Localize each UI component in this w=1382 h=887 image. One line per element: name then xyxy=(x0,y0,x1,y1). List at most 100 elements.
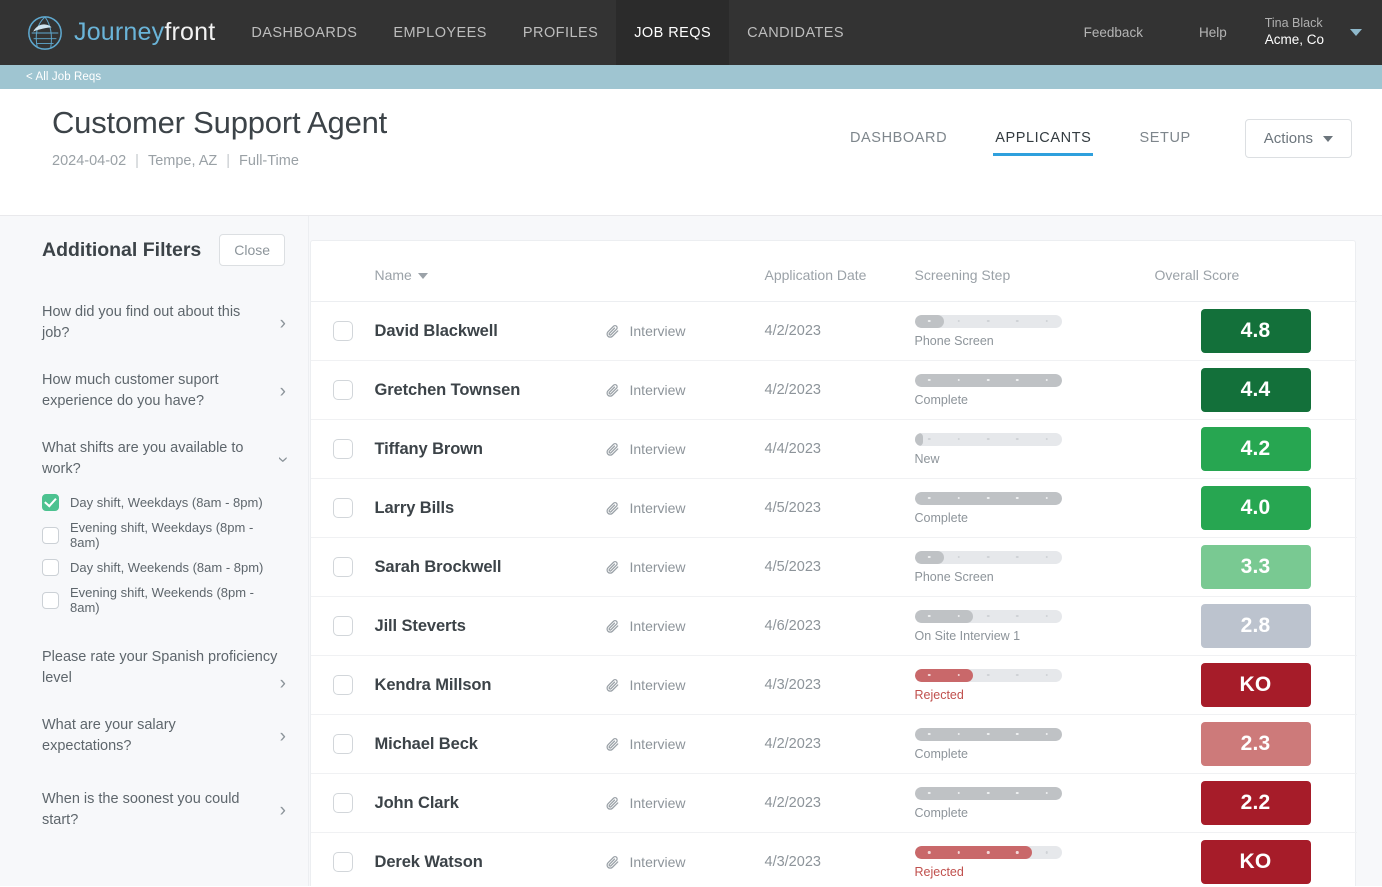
table-row[interactable]: Larry BillsInterview4/5/2023Complete4.0 xyxy=(311,479,1357,538)
filter-option-evening-weekends[interactable]: Evening shift, Weekends (8pm - 8am) xyxy=(42,585,286,615)
candidate-name-link[interactable]: Kendra Millson xyxy=(375,676,492,694)
row-checkbox[interactable] xyxy=(333,616,353,636)
screening-step-dots xyxy=(915,787,1062,800)
row-checkbox[interactable] xyxy=(333,852,353,872)
actions-button[interactable]: Actions xyxy=(1245,119,1352,158)
filter-toggle-source[interactable]: How did you find out about this job? › xyxy=(42,302,286,344)
screening-step-dots xyxy=(915,492,1062,505)
nav-item-employees[interactable]: EMPLOYEES xyxy=(375,0,505,65)
column-header-overall-score[interactable]: Overall Score xyxy=(1155,241,1357,302)
filter-option-day-weekends[interactable]: Day shift, Weekends (8am - 8pm) xyxy=(42,559,286,576)
globe-logo-icon xyxy=(26,14,64,52)
candidate-name-link[interactable]: Tiffany Brown xyxy=(375,440,483,458)
filter-toggle-start-date[interactable]: When is the soonest you could start? › xyxy=(42,789,286,831)
overall-score-cell: 2.8 xyxy=(1155,597,1357,656)
table-row[interactable]: John ClarkInterview4/2/2023Complete2.2 xyxy=(311,774,1357,833)
candidate-name-link[interactable]: Derek Watson xyxy=(375,853,483,871)
table-row[interactable]: Tiffany BrownInterview4/4/2023New4.2 xyxy=(311,420,1357,479)
row-checkbox[interactable] xyxy=(333,557,353,577)
filter-toggle-shifts[interactable]: What shifts are you available to work? › xyxy=(42,438,286,480)
close-filters-button[interactable]: Close xyxy=(219,234,285,266)
nav-item-dashboards[interactable]: DASHBOARDS xyxy=(233,0,375,65)
resource-cell: Interview xyxy=(605,715,765,774)
row-checkbox[interactable] xyxy=(333,498,353,518)
candidate-name-link[interactable]: Larry Bills xyxy=(375,499,455,517)
screening-step-dot xyxy=(957,497,960,500)
help-link[interactable]: Help xyxy=(1171,25,1255,40)
screening-step-dot xyxy=(957,556,960,559)
feedback-link[interactable]: Feedback xyxy=(1056,25,1171,40)
table-row[interactable]: Kendra MillsonInterview4/3/2023RejectedK… xyxy=(311,656,1357,715)
nav-item-profiles[interactable]: PROFILES xyxy=(505,0,616,65)
row-checkbox[interactable] xyxy=(333,793,353,813)
application-date-cell: 4/5/2023 xyxy=(765,538,915,597)
candidate-name-link[interactable]: Jill Steverts xyxy=(375,617,466,635)
table-row[interactable]: David BlackwellInterview4/2/2023Phone Sc… xyxy=(311,302,1357,361)
interview-link[interactable]: Interview xyxy=(605,736,765,752)
row-checkbox[interactable] xyxy=(333,439,353,459)
filter-toggle-experience[interactable]: How much customer suport experience do y… xyxy=(42,370,286,412)
interview-link[interactable]: Interview xyxy=(605,559,765,575)
candidate-name-link[interactable]: John Clark xyxy=(375,794,459,812)
checkbox-evening-weekdays[interactable] xyxy=(42,527,59,544)
table-row[interactable]: Derek WatsonInterview4/3/2023RejectedKO xyxy=(311,833,1357,887)
breadcrumb: < All Job Reqs xyxy=(0,65,1382,89)
row-checkbox[interactable] xyxy=(333,380,353,400)
row-checkbox[interactable] xyxy=(333,734,353,754)
nav-item-candidates[interactable]: CANDIDATES xyxy=(729,0,862,65)
interview-link-label: Interview xyxy=(630,795,686,811)
screening-step-dot xyxy=(957,320,960,323)
column-header-screening-step[interactable]: Screening Step xyxy=(915,241,1155,302)
candidate-name-link[interactable]: Sarah Brockwell xyxy=(375,558,502,576)
screening-step-dot xyxy=(1046,792,1049,795)
candidate-name-link[interactable]: Gretchen Townsen xyxy=(375,381,521,399)
screening-step-dots xyxy=(915,669,1062,682)
screening-step-cell: Complete xyxy=(915,715,1155,774)
row-checkbox[interactable] xyxy=(333,321,353,341)
filter-toggle-salary[interactable]: What are your salary expectations? › xyxy=(42,715,286,757)
screening-step-cell: New xyxy=(915,420,1155,479)
column-header-application-date[interactable]: Application Date xyxy=(765,241,915,302)
filter-question-spanish: Please rate your Spanish proficiency lev… xyxy=(42,649,277,686)
breadcrumb-all-job-reqs-link[interactable]: < All Job Reqs xyxy=(26,71,101,83)
column-header-name[interactable]: Name xyxy=(375,241,605,302)
screening-step-dot xyxy=(1046,733,1049,736)
interview-link[interactable]: Interview xyxy=(605,854,765,870)
interview-link[interactable]: Interview xyxy=(605,323,765,339)
interview-link[interactable]: Interview xyxy=(605,382,765,398)
account-menu[interactable]: Tina Black Acme, Co xyxy=(1255,16,1362,49)
table-row[interactable]: Gretchen TownsenInterview4/2/2023Complet… xyxy=(311,361,1357,420)
checkbox-day-weekdays[interactable] xyxy=(42,494,59,511)
filter-option-evening-weekdays[interactable]: Evening shift, Weekdays (8pm - 8am) xyxy=(42,520,286,550)
row-checkbox[interactable] xyxy=(333,675,353,695)
interview-link[interactable]: Interview xyxy=(605,441,765,457)
screening-step-dot xyxy=(1046,556,1049,559)
interview-link[interactable]: Interview xyxy=(605,677,765,693)
tab-dashboard[interactable]: DASHBOARD xyxy=(826,130,971,156)
interview-link-label: Interview xyxy=(630,559,686,575)
tab-applicants[interactable]: APPLICANTS xyxy=(971,130,1115,156)
filter-toggle-spanish[interactable]: Please rate your Spanish proficiency lev… xyxy=(42,647,286,689)
row-select-cell xyxy=(311,715,375,774)
filter-option-label: Evening shift, Weekends (8pm - 8am) xyxy=(70,585,286,615)
nav-item-job-reqs[interactable]: JOB REQS xyxy=(616,0,729,65)
candidate-name-link[interactable]: David Blackwell xyxy=(375,322,498,340)
sort-caret-down-icon[interactable] xyxy=(418,273,428,279)
brand-logo-link[interactable]: Journeyfront xyxy=(0,0,233,65)
filter-option-day-weekdays[interactable]: Day shift, Weekdays (8am - 8pm) xyxy=(42,494,286,511)
interview-link[interactable]: Interview xyxy=(605,618,765,634)
screening-progress-bar xyxy=(915,610,1062,623)
checkbox-day-weekends[interactable] xyxy=(42,559,59,576)
application-date-value: 4/6/2023 xyxy=(765,618,821,634)
candidate-name-link[interactable]: Michael Beck xyxy=(375,735,478,753)
interview-link[interactable]: Interview xyxy=(605,795,765,811)
application-date-value: 4/2/2023 xyxy=(765,795,821,811)
table-row[interactable]: Michael BeckInterview4/2/2023Complete2.3 xyxy=(311,715,1357,774)
checkbox-evening-weekends[interactable] xyxy=(42,592,59,609)
screening-step-label: New xyxy=(915,452,1155,466)
screening-step-cell: Complete xyxy=(915,361,1155,420)
table-row[interactable]: Sarah BrockwellInterview4/5/2023Phone Sc… xyxy=(311,538,1357,597)
table-row[interactable]: Jill StevertsInterview4/6/2023On Site In… xyxy=(311,597,1357,656)
tab-setup[interactable]: SETUP xyxy=(1115,130,1214,156)
interview-link[interactable]: Interview xyxy=(605,500,765,516)
